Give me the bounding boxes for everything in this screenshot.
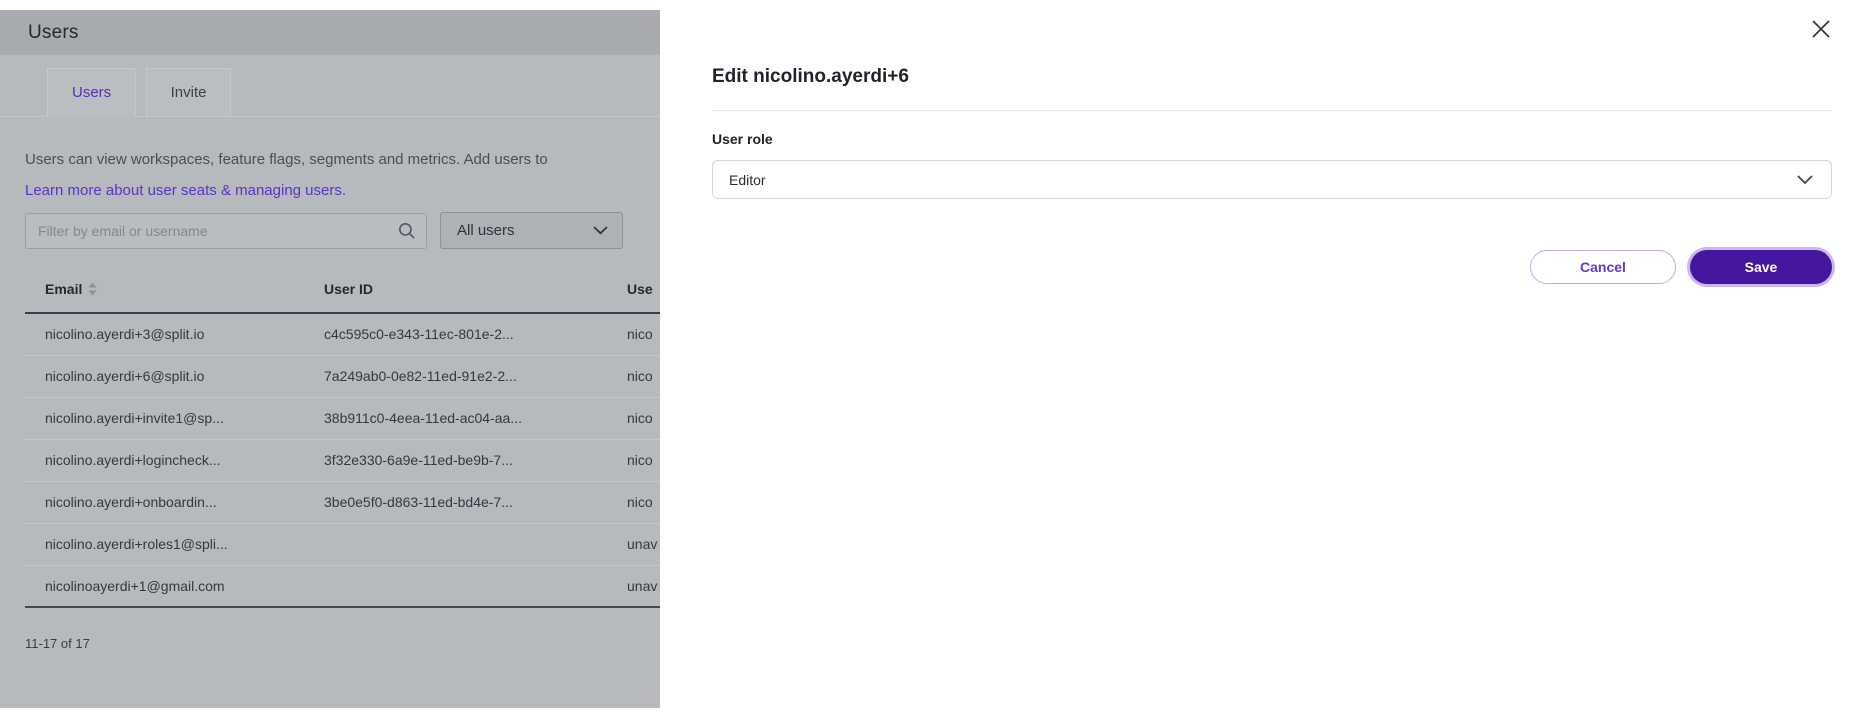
close-icon: [1810, 18, 1832, 40]
userid-cell: c4c595c0-e343-11ec-801e-2...: [304, 313, 607, 355]
panel-header: Users: [0, 10, 660, 55]
sort-icon: [88, 282, 97, 296]
table-row[interactable]: nicolino.ayerdi+logincheck...3f32e330-6a…: [25, 439, 660, 481]
column-header-username[interactable]: Use: [607, 265, 660, 313]
search-icon: [397, 221, 417, 241]
close-button[interactable]: [1808, 16, 1834, 42]
email-cell: nicolino.ayerdi+roles1@spli...: [25, 523, 304, 565]
filter-row: All users: [25, 212, 660, 249]
learn-more-link[interactable]: Learn more about user seats & managing u…: [25, 182, 346, 199]
chevron-down-icon: [593, 226, 608, 235]
pagination-status: 11-17 of 17: [25, 636, 660, 651]
users-page-panel: Users Users Invite Users can view worksp…: [0, 10, 660, 708]
table-row[interactable]: nicolino.ayerdi+roles1@spli... unav: [25, 523, 660, 565]
filter-input[interactable]: [25, 213, 427, 249]
email-cell: nicolino.ayerdi+invite1@sp...: [25, 397, 304, 439]
email-cell: nicolino.ayerdi+logincheck...: [25, 439, 304, 481]
email-cell: nicolino.ayerdi+3@split.io: [25, 313, 304, 355]
userid-cell: [304, 565, 607, 607]
tab-invite[interactable]: Invite: [146, 68, 232, 117]
username-cell: nico: [607, 355, 660, 397]
chevron-down-icon: [1797, 175, 1813, 185]
email-cell: nicolino.ayerdi+6@split.io: [25, 355, 304, 397]
userid-cell: [304, 523, 607, 565]
table-row[interactable]: nicolinoayerdi+1@gmail.com unav: [25, 565, 660, 607]
table-row[interactable]: nicolino.ayerdi+invite1@sp...38b911c0-4e…: [25, 397, 660, 439]
page-title: Users: [28, 22, 79, 44]
table-row[interactable]: nicolino.ayerdi+onboardin...3be0e5f0-d86…: [25, 481, 660, 523]
filter-input-wrap: [25, 213, 427, 249]
column-header-email[interactable]: Email: [25, 265, 304, 313]
username-cell: unav: [607, 565, 660, 607]
user-role-label: User role: [712, 131, 773, 147]
description-block: Users can view workspaces, feature flags…: [25, 144, 660, 206]
screen: Users Users Invite Users can view worksp…: [0, 0, 1856, 716]
username-cell: nico: [607, 439, 660, 481]
user-role-value: Editor: [729, 172, 766, 188]
username-cell: nico: [607, 397, 660, 439]
description-text: Users can view workspaces, feature flags…: [25, 151, 548, 168]
userid-cell: 38b911c0-4eea-11ed-ac04-aa...: [304, 397, 607, 439]
users-filter-value: All users: [457, 222, 515, 239]
table-row[interactable]: nicolino.ayerdi+3@split.ioc4c595c0-e343-…: [25, 313, 660, 355]
username-cell: nico: [607, 481, 660, 523]
userid-cell: 3be0e5f0-d863-11ed-bd4e-7...: [304, 481, 607, 523]
modal-actions: Cancel Save: [1530, 250, 1832, 284]
user-role-select[interactable]: Editor: [712, 160, 1832, 199]
userid-cell: 3f32e330-6a9e-11ed-be9b-7...: [304, 439, 607, 481]
edit-user-modal: Edit nicolino.ayerdi+6 User role Editor …: [660, 0, 1856, 716]
username-cell: unav: [607, 523, 660, 565]
table-body: nicolino.ayerdi+3@split.ioc4c595c0-e343-…: [25, 313, 660, 607]
users-filter-dropdown[interactable]: All users: [440, 212, 623, 249]
tab-users[interactable]: Users: [47, 68, 136, 117]
userid-cell: 7a249ab0-0e82-11ed-91e2-2...: [304, 355, 607, 397]
save-button[interactable]: Save: [1690, 250, 1832, 284]
column-header-userid[interactable]: User ID: [304, 265, 607, 313]
modal-title: Edit nicolino.ayerdi+6: [712, 66, 909, 88]
username-cell: nico: [607, 313, 660, 355]
divider: [712, 110, 1832, 111]
tab-bar: Users Invite: [0, 68, 660, 117]
email-cell: nicolino.ayerdi+onboardin...: [25, 481, 304, 523]
table-row[interactable]: nicolino.ayerdi+6@split.io7a249ab0-0e82-…: [25, 355, 660, 397]
email-cell: nicolinoayerdi+1@gmail.com: [25, 565, 304, 607]
users-table: Email User ID Use nicolino.ayerdi+3@spli…: [25, 265, 660, 608]
cancel-button[interactable]: Cancel: [1530, 250, 1676, 284]
table-header-row: Email User ID Use: [25, 265, 660, 313]
